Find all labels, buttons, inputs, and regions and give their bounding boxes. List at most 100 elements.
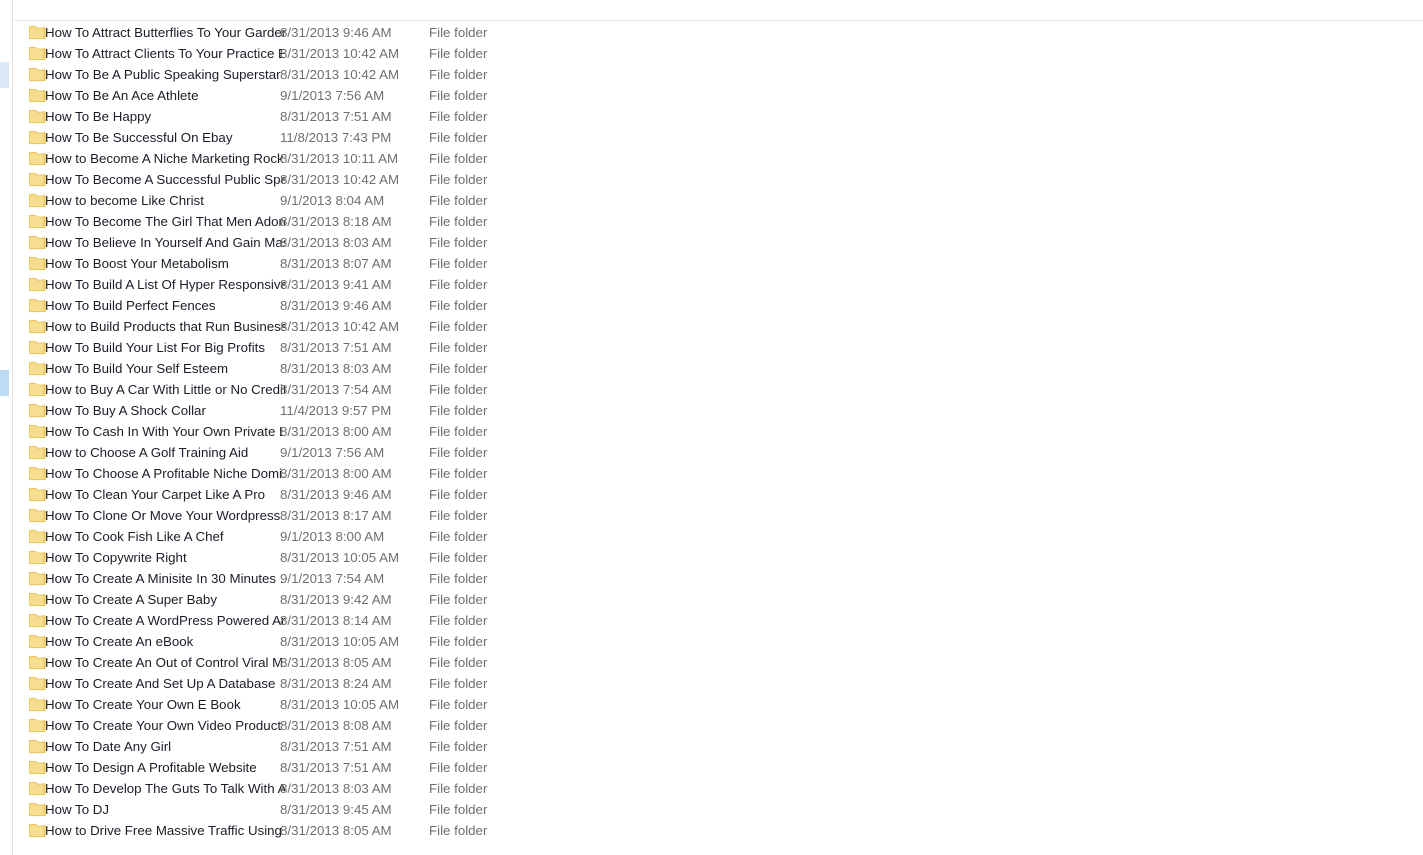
row-type: File folder (429, 109, 488, 124)
row-size (549, 22, 631, 43)
table-row[interactable]: How To Be A Public Speaking Superstar 8/3… (13, 64, 1423, 85)
file-list[interactable]: How To Attract Butterflies To Your Garde… (0, 22, 1423, 855)
table-row[interactable]: How To Choose A Profitable Niche Domi...… (13, 463, 1423, 484)
row-name[interactable]: How To Be Successful On Ebay (45, 127, 285, 148)
table-row[interactable]: How To Attract Clients To Your Practice … (13, 43, 1423, 64)
row-name[interactable]: How To Create An Out of Control Viral M.… (45, 652, 285, 673)
table-row[interactable]: How To Date Any Girl 8/31/2013 7:51 AM Fil… (13, 736, 1423, 757)
table-row[interactable]: How To Copywrite Right 8/31/2013 10:05 AM… (13, 547, 1423, 568)
table-row[interactable]: How To Build Perfect Fences 8/31/2013 9:4… (13, 295, 1423, 316)
row-name[interactable]: How To Attract Clients To Your Practice … (45, 43, 285, 64)
file-explorer-details-view: Name Date modified Type Size How To Attr… (0, 0, 1423, 855)
table-row[interactable]: How To Create And Set Up A Database 8/31/… (13, 673, 1423, 694)
row-name[interactable]: How To Build Perfect Fences (45, 295, 285, 316)
row-name[interactable]: How To Clean Your Carpet Like A Pro (45, 484, 285, 505)
table-row[interactable]: How To Be Successful On Ebay 11/8/2013 7:… (13, 127, 1423, 148)
table-row[interactable]: How To Clone Or Move Your Wordpress ... 8… (13, 505, 1423, 526)
row-name[interactable]: How To Create A Minisite In 30 Minutes .… (45, 568, 285, 589)
row-name[interactable]: How To Date Any Girl (45, 736, 285, 757)
row-name[interactable]: How to become Like Christ (45, 190, 285, 211)
scroll-marker-upper[interactable] (0, 62, 9, 88)
scroll-marker-lower[interactable] (0, 370, 9, 396)
row-name[interactable]: How To Cook Fish Like A Chef (45, 526, 285, 547)
table-row[interactable]: How to Become A Niche Marketing Rock... 8… (13, 148, 1423, 169)
row-name[interactable]: How To Become The Girl That Men Adore (45, 211, 285, 232)
table-row[interactable]: How To Believe In Yourself And Gain Mas.… (13, 232, 1423, 253)
table-row[interactable]: How to Drive Free Massive Traffic Using … (13, 820, 1423, 841)
folder-icon (29, 802, 46, 817)
folder-icon (29, 508, 46, 523)
row-name[interactable]: How To Create A WordPress Powered Art... (45, 610, 285, 631)
table-row[interactable]: How To Become The Girl That Men Adore 8/3… (13, 211, 1423, 232)
row-name[interactable]: How To Create And Set Up A Database (45, 673, 285, 694)
row-type: File folder (429, 655, 488, 670)
row-name[interactable]: How to Build Products that Run Businesse… (45, 316, 285, 337)
table-row[interactable]: How To Design A Profitable Website 8/31/2… (13, 757, 1423, 778)
row-name[interactable]: How To Be A Public Speaking Superstar (45, 64, 285, 85)
table-row[interactable]: How To Create Your Own E Book 8/31/2013 1… (13, 694, 1423, 715)
row-name[interactable]: How To Develop The Guts To Talk With A..… (45, 778, 285, 799)
row-name[interactable]: How To Be Happy (45, 106, 285, 127)
row-name[interactable]: How To Create Your Own Video Product (45, 715, 285, 736)
table-row[interactable]: How To Boost Your Metabolism 8/31/2013 8:… (13, 253, 1423, 274)
table-row[interactable]: How To Cash In With Your Own Private L..… (13, 421, 1423, 442)
table-row[interactable]: How To Build Your List For Big Profits 8/… (13, 337, 1423, 358)
row-name[interactable]: How To Copywrite Right (45, 547, 285, 568)
table-row[interactable]: How To Develop The Guts To Talk With A..… (13, 778, 1423, 799)
table-row[interactable]: How To Cook Fish Like A Chef 9/1/2013 8:0… (13, 526, 1423, 547)
row-name[interactable]: How To Become A Successful Public Spe... (45, 169, 285, 190)
table-row[interactable]: How To Create An Out of Control Viral M.… (13, 652, 1423, 673)
row-name[interactable]: How to Become A Niche Marketing Rock... (45, 148, 285, 169)
table-row[interactable]: How To Become A Successful Public Spe...… (13, 169, 1423, 190)
table-row[interactable]: How to Build Products that Run Businesse… (13, 316, 1423, 337)
table-row[interactable]: How To Clean Your Carpet Like A Pro 8/31/… (13, 484, 1423, 505)
table-row[interactable]: How To Attract Butterflies To Your Garde… (13, 22, 1423, 43)
table-row[interactable]: How To Buy A Shock Collar 11/4/2013 9:57 … (13, 400, 1423, 421)
row-name[interactable]: How To Build A List Of Hyper Responsive.… (45, 274, 285, 295)
folder-icon (29, 277, 46, 292)
table-row[interactable]: How to Buy A Car With Little or No Credi… (13, 379, 1423, 400)
table-row[interactable]: How To Build Your Self Esteem 8/31/2013 8… (13, 358, 1423, 379)
row-size (549, 85, 631, 106)
row-name[interactable]: How to Drive Free Massive Traffic Using … (45, 820, 285, 841)
row-date-modified: 9/1/2013 8:04 AM (280, 193, 385, 208)
row-name[interactable]: How To Design A Profitable Website (45, 757, 285, 778)
column-header-bar (13, 0, 1423, 20)
table-row[interactable]: How To Be Happy 8/31/2013 7:51 AM File fol… (13, 106, 1423, 127)
table-row[interactable]: How to Choose A Golf Training Aid 9/1/201… (13, 442, 1423, 463)
row-name[interactable]: How To Buy A Shock Collar (45, 400, 285, 421)
table-row[interactable]: How To Build A List Of Hyper Responsive.… (13, 274, 1423, 295)
folder-icon (29, 529, 46, 544)
table-row[interactable]: How To Create An eBook 8/31/2013 10:05 AM… (13, 631, 1423, 652)
row-name[interactable]: How to Choose A Golf Training Aid (45, 442, 285, 463)
row-name[interactable]: How To Boost Your Metabolism (45, 253, 285, 274)
row-name[interactable]: How To Believe In Yourself And Gain Mas.… (45, 232, 285, 253)
table-row[interactable]: How To Be An Ace Athlete 9/1/2013 7:56 AM… (13, 85, 1423, 106)
row-name[interactable]: How To Attract Butterflies To Your Garde… (45, 22, 285, 43)
row-name[interactable]: How To Be An Ace Athlete (45, 85, 285, 106)
table-row[interactable]: How To DJ 8/31/2013 9:45 AM File folder (13, 799, 1423, 820)
row-name[interactable]: How To Build Your List For Big Profits (45, 337, 285, 358)
table-row[interactable]: How To Create A WordPress Powered Art...… (13, 610, 1423, 631)
row-name[interactable]: How To Create Your Own E Book (45, 694, 285, 715)
row-name[interactable]: How to Buy A Car With Little or No Credi… (45, 379, 285, 400)
row-type: File folder (429, 529, 488, 544)
row-name[interactable]: How To Cash In With Your Own Private L..… (45, 421, 285, 442)
table-row[interactable]: How To Create A Minisite In 30 Minutes .… (13, 568, 1423, 589)
table-row[interactable]: How To Create A Super Baby 8/31/2013 9:42… (13, 589, 1423, 610)
row-date-modified: 8/31/2013 8:08 AM (280, 718, 392, 733)
row-size (549, 316, 631, 337)
row-name[interactable]: How To Create A Super Baby (45, 589, 285, 610)
row-size (549, 799, 631, 820)
row-name[interactable]: How To Create An eBook (45, 631, 285, 652)
table-row[interactable]: How To Create Your Own Video Product 8/31… (13, 715, 1423, 736)
table-row[interactable]: How to become Like Christ 9/1/2013 8:04 A… (13, 190, 1423, 211)
row-date-modified: 8/31/2013 7:51 AM (280, 739, 392, 754)
row-date-modified: 8/31/2013 10:42 AM (280, 46, 400, 61)
row-type: File folder (429, 193, 488, 208)
row-name[interactable]: How To Choose A Profitable Niche Domi... (45, 463, 285, 484)
row-size (549, 757, 631, 778)
row-name[interactable]: How To Clone Or Move Your Wordpress ... (45, 505, 285, 526)
row-name[interactable]: How To DJ (45, 799, 285, 820)
row-name[interactable]: How To Build Your Self Esteem (45, 358, 285, 379)
